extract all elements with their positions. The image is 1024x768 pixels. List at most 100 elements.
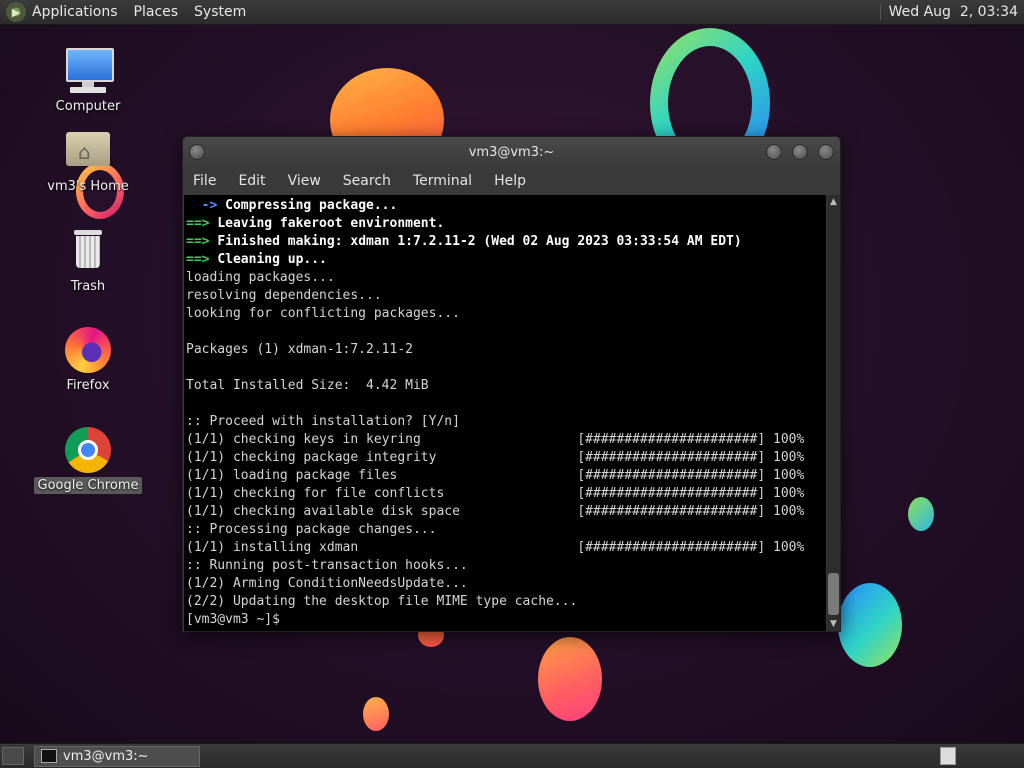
terminal-line: (1/1) installing xdman [################… <box>186 539 826 557</box>
terminal-line: ==> Cleaning up... <box>186 251 826 269</box>
terminal-line: (1/1) checking package integrity [######… <box>186 449 826 467</box>
top-panel: ▶ Applications Places System Wed Aug 2, … <box>0 0 1024 25</box>
distro-logo-icon[interactable]: ▶ <box>6 2 26 22</box>
window-title: vm3@vm3:~ <box>468 144 555 160</box>
bottom-panel: vm3@vm3:~ <box>0 743 1024 768</box>
terminal-line: (2/2) Updating the desktop file MIME typ… <box>186 593 826 611</box>
close-icon[interactable] <box>818 144 834 160</box>
terminal-line-text: :: Running post-transaction hooks... <box>186 558 468 573</box>
terminal-line: (1/2) Arming ConditionNeedsUpdate... <box>186 575 826 593</box>
terminal-line-text: (2/2) Updating the desktop file MIME typ… <box>186 594 578 609</box>
workspace-switcher[interactable] <box>940 747 956 765</box>
terminal-line-text: looking for conflicting packages... <box>186 306 460 321</box>
wallpaper-blue-oval <box>838 583 902 667</box>
terminal-line-text: :: Processing package changes... <box>186 522 437 537</box>
scroll-down-arrow-icon[interactable]: ▼ <box>827 617 840 631</box>
trash-icon <box>64 226 112 274</box>
desktop-icon-trash[interactable]: Trash <box>33 226 143 295</box>
desktop-icon-label: Google Chrome <box>33 477 143 494</box>
scrollbar-thumb[interactable] <box>828 573 839 615</box>
desktop-icon-chrome[interactable]: Google Chrome <box>33 427 143 494</box>
menu-places[interactable]: Places <box>134 4 179 20</box>
wallpaper-small-oval <box>908 497 934 531</box>
terminal-line-text: Finished making: xdman 1:7.2.11-2 (Wed 0… <box>217 234 742 249</box>
desktop-icon-label: Firefox <box>66 378 110 393</box>
menu-help[interactable]: Help <box>494 173 526 189</box>
terminal-line-text: Total Installed Size: 4.42 MiB <box>186 378 429 393</box>
terminal-line: -> Compressing package... <box>186 197 826 215</box>
minimize-icon[interactable] <box>766 144 782 160</box>
terminal-line-text: :: Proceed with installation? [Y/n] <box>186 414 460 429</box>
menu-edit[interactable]: Edit <box>238 173 265 189</box>
terminal-line: Total Installed Size: 4.42 MiB <box>186 377 826 395</box>
terminal-line: loading packages... <box>186 269 826 287</box>
computer-icon <box>64 46 114 94</box>
taskbar-window-label: vm3@vm3:~ <box>63 748 149 764</box>
terminal-window[interactable]: vm3@vm3:~ File Edit View Search Terminal… <box>182 136 841 632</box>
terminal-line: ==> Finished making: xdman 1:7.2.11-2 (W… <box>186 233 826 251</box>
terminal-scrollbar[interactable]: ▲ ▼ <box>827 195 840 631</box>
terminal-line: (1/1) checking available disk space [###… <box>186 503 826 521</box>
terminal-line-text: (1/1) checking package integrity [######… <box>186 450 805 465</box>
clock[interactable]: Wed Aug 2, 03:34 <box>879 4 1018 20</box>
show-desktop-icon[interactable] <box>2 747 24 765</box>
desktop-icon-firefox[interactable]: Firefox <box>33 327 143 394</box>
firefox-icon <box>65 327 111 373</box>
desktop-icon-label: Computer <box>55 99 121 114</box>
terminal-line: (1/1) checking keys in keyring [########… <box>186 431 826 449</box>
terminal-line-text: Packages (1) xdman-1:7.2.11-2 <box>186 342 413 357</box>
terminal-line-text: loading packages... <box>186 270 335 285</box>
terminal-output[interactable]: -> Compressing package... ==> Leaving fak… <box>184 195 826 631</box>
desktop-icon-label: Trash <box>70 279 106 294</box>
terminal-line-text: (1/1) checking keys in keyring [########… <box>186 432 805 447</box>
menu-applications[interactable]: Applications <box>32 4 118 20</box>
terminal-line-text: (1/1) loading package files [###########… <box>186 468 805 483</box>
scroll-up-arrow-icon[interactable]: ▲ <box>827 195 840 209</box>
terminal-line-text: (1/1) installing xdman [################… <box>186 540 805 555</box>
terminal-line: resolving dependencies... <box>186 287 826 305</box>
menu-search[interactable]: Search <box>343 173 391 189</box>
taskbar-window-button[interactable]: vm3@vm3:~ <box>34 745 200 767</box>
terminal-line: [vm3@vm3 ~]$ <box>186 611 826 629</box>
wallpaper-small-orange-oval <box>363 697 389 731</box>
terminal-line: (1/1) checking for file conflicts [#####… <box>186 485 826 503</box>
terminal-line: Packages (1) xdman-1:7.2.11-2 <box>186 341 826 359</box>
terminal-line-text: Compressing package... <box>225 198 398 213</box>
terminal-line: :: Proceed with installation? [Y/n] <box>186 413 826 431</box>
terminal-line-text: (1/1) checking available disk space [###… <box>186 504 805 519</box>
menu-terminal[interactable]: Terminal <box>413 173 472 189</box>
terminal-line-text: (1/1) checking for file conflicts [#####… <box>186 486 805 501</box>
terminal-line-prefix: -> <box>186 198 226 213</box>
maximize-icon[interactable] <box>792 144 808 160</box>
window-menu-icon[interactable] <box>189 144 205 160</box>
terminal-line: looking for conflicting packages... <box>186 305 826 323</box>
wallpaper-orange-oval <box>538 637 602 721</box>
terminal-line-text: (1/2) Arming ConditionNeedsUpdate... <box>186 576 468 591</box>
terminal-line-prefix: ==> <box>186 252 218 267</box>
desktop-icon-home[interactable]: ⌂ vm3's Home <box>33 126 143 195</box>
desktop-icon-computer[interactable]: Computer <box>33 46 143 115</box>
menu-file[interactable]: File <box>193 173 216 189</box>
terminal-icon <box>41 749 57 763</box>
terminal-line-text: [vm3@vm3 ~]$ <box>186 612 288 627</box>
chrome-icon <box>65 427 111 473</box>
terminal-line: ==> Leaving fakeroot environment. <box>186 215 826 233</box>
terminal-line-text: Leaving fakeroot environment. <box>217 216 445 231</box>
terminal-line: :: Running post-transaction hooks... <box>186 557 826 575</box>
desktop-icon-label: vm3's Home <box>47 179 129 194</box>
menu-view[interactable]: View <box>288 173 321 189</box>
terminal-line-text: Cleaning up... <box>217 252 327 267</box>
terminal-line: (1/1) loading package files [###########… <box>186 467 826 485</box>
home-folder-icon: ⌂ <box>64 126 112 174</box>
terminal-line-text: resolving dependencies... <box>186 288 382 303</box>
terminal-line-prefix: ==> <box>186 234 218 249</box>
menu-system[interactable]: System <box>194 4 246 20</box>
terminal-menubar: File Edit View Search Terminal Help <box>183 167 840 195</box>
terminal-titlebar[interactable]: vm3@vm3:~ <box>183 137 840 167</box>
terminal-text: -> Compressing package... ==> Leaving fak… <box>184 195 826 629</box>
terminal-line-prefix: ==> <box>186 216 218 231</box>
terminal-line: :: Processing package changes... <box>186 521 826 539</box>
